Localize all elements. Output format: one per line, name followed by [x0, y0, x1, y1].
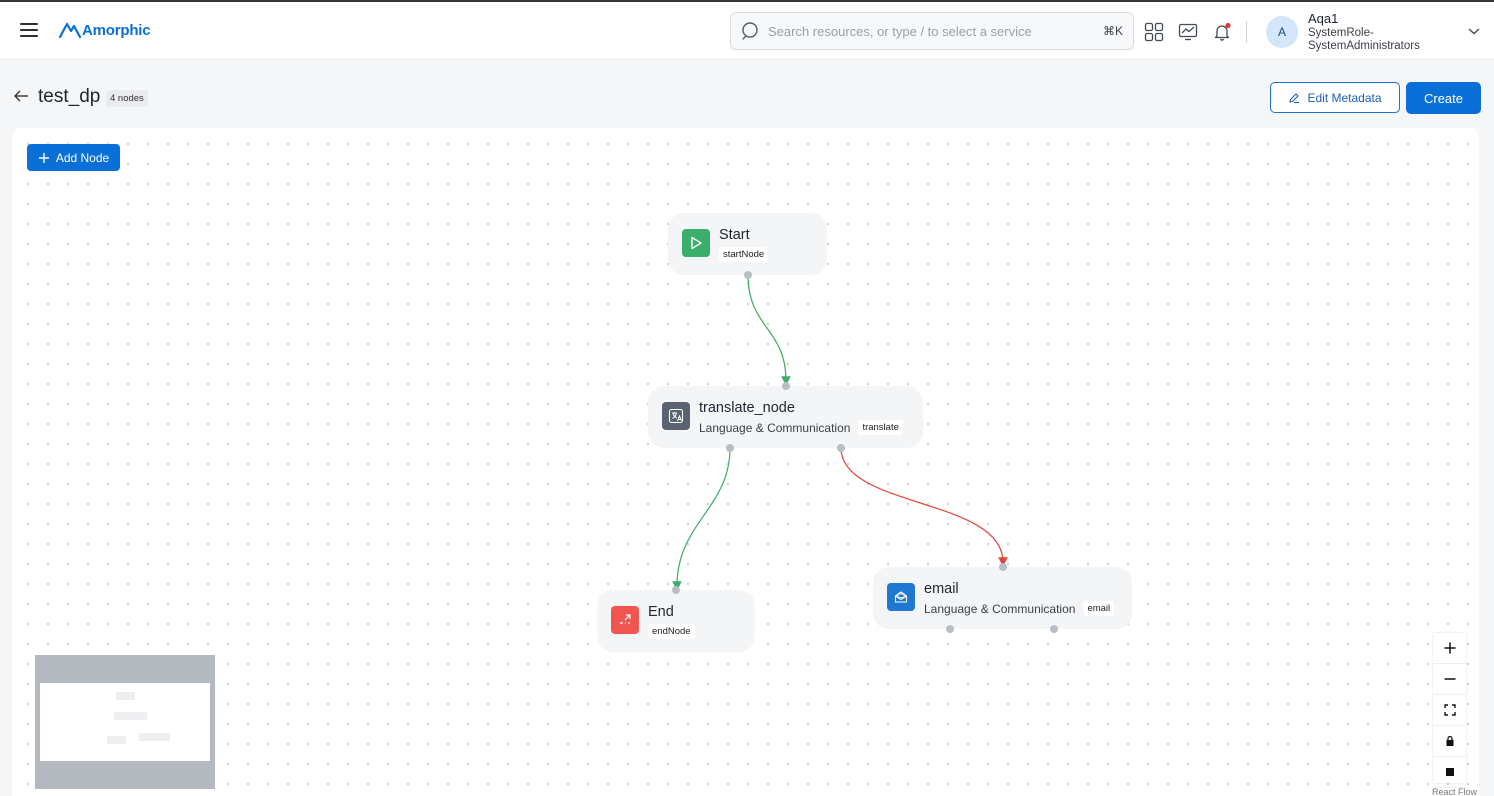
start-node[interactable]: Start startNode — [668, 213, 827, 279]
edge-start-to-translate[interactable] — [747, 274, 791, 386]
minimap-viewport[interactable] — [40, 683, 210, 761]
email-node[interactable]: email Language & Communication email — [873, 563, 1132, 633]
zoom-out-button[interactable] — [1433, 664, 1466, 695]
end-node-icon-box — [611, 606, 639, 634]
mail-icon — [894, 591, 908, 603]
end-node-tag: endNode — [648, 624, 695, 639]
chevron-down-icon[interactable] — [1467, 26, 1481, 36]
translate-node[interactable]: translate_node Language & Communication … — [648, 382, 923, 452]
email-node-category: Language & Communication — [924, 601, 1076, 616]
exit-icon — [620, 614, 631, 624]
edit-metadata-label: Edit Metadata — [1307, 90, 1382, 105]
minimap-node — [116, 692, 135, 700]
email-node-failure-handle[interactable] — [1050, 625, 1058, 633]
plus-icon — [38, 152, 49, 163]
minimap-node — [114, 712, 147, 720]
minimap[interactable] — [35, 655, 215, 789]
search-input[interactable] — [768, 23, 1097, 39]
edit-metadata-button[interactable]: Edit Metadata — [1270, 82, 1400, 113]
bell-icon[interactable] — [1212, 22, 1232, 42]
add-node-button[interactable]: Add Node — [27, 144, 120, 171]
start-node-icon-box — [682, 229, 710, 257]
page-title: test_dp — [38, 86, 101, 107]
end-node[interactable]: End endNode — [597, 586, 755, 652]
translate-icon — [668, 408, 684, 424]
add-node-label: Add Node — [55, 150, 110, 165]
flow-canvas[interactable]: Add Node Start startNode translate_node … — [12, 128, 1479, 796]
end-node-target-handle[interactable] — [672, 586, 680, 594]
pencil-icon — [1289, 92, 1300, 103]
search-box[interactable]: ⌘K — [730, 12, 1134, 50]
translate-node-target-handle[interactable] — [782, 382, 790, 390]
create-button[interactable]: Create — [1406, 82, 1481, 114]
interactive-toggle-button[interactable] — [1433, 757, 1466, 788]
translate-node-subtitle: Language & Communication translate — [699, 420, 903, 435]
translate-node-icon-box — [662, 402, 690, 430]
square-icon — [1445, 768, 1454, 776]
node-count-badge: 4 nodes — [106, 90, 148, 107]
react-flow-attribution[interactable]: React Flow — [1432, 787, 1477, 796]
translate-node-failure-handle[interactable] — [837, 444, 845, 452]
user-info[interactable]: Aqa1 SystemRole- SystemAdministrators — [1308, 11, 1420, 53]
user-role-line2: SystemAdministrators — [1308, 40, 1420, 52]
email-node-icon-box — [887, 583, 915, 611]
brand-logo[interactable]: Amorphic — [59, 19, 151, 41]
edge-translate-to-email[interactable] — [840, 447, 1008, 567]
lock-icon — [1446, 735, 1453, 746]
start-node-title: Start — [719, 227, 750, 243]
brand-name: Amorphic — [82, 21, 151, 39]
start-node-source-handle[interactable] — [744, 271, 752, 279]
plus-icon — [1444, 642, 1455, 654]
start-node-subtitle: startNode — [719, 247, 769, 262]
avatar[interactable]: A — [1266, 16, 1298, 48]
zoom-in-button[interactable] — [1433, 633, 1466, 664]
minimap-node — [107, 736, 126, 744]
header-divider — [1246, 21, 1247, 43]
email-node-title: email — [924, 581, 959, 597]
zoom-controls — [1433, 633, 1466, 788]
translate-node-success-handle[interactable] — [726, 444, 734, 452]
play-icon — [691, 236, 702, 250]
back-arrow-icon[interactable] — [13, 89, 29, 103]
edge-translate-to-end[interactable] — [672, 447, 731, 591]
translate-node-tag: translate — [858, 420, 903, 435]
lock-button[interactable] — [1433, 726, 1466, 757]
email-node-target-handle[interactable] — [999, 563, 1007, 571]
email-node-success-handle[interactable] — [946, 625, 954, 633]
minimap-node — [139, 733, 170, 741]
amorphic-logo-icon — [59, 22, 81, 39]
fit-view-button[interactable] — [1433, 695, 1466, 726]
user-role-line1: SystemRole- — [1308, 27, 1374, 39]
fit-view-icon — [1443, 704, 1456, 716]
start-node-tag: startNode — [719, 247, 769, 262]
minus-icon — [1444, 678, 1455, 680]
search-shortcut: ⌘K — [1102, 24, 1123, 38]
hamburger-icon[interactable] — [20, 23, 38, 37]
translate-node-category: Language & Communication — [699, 420, 851, 435]
page-header: test_dp 4 nodes Edit Metadata Create — [0, 62, 1494, 128]
end-node-subtitle: endNode — [648, 624, 695, 639]
email-node-tag: email — [1083, 601, 1115, 616]
user-name: Aqa1 — [1308, 11, 1339, 26]
top-bar: Amorphic ⌘K A Aqa1 SystemRole- SystemAdm… — [0, 0, 1494, 60]
translate-node-title: translate_node — [699, 400, 795, 416]
apps-grid-icon[interactable] — [1144, 22, 1164, 42]
monitor-chart-icon[interactable] — [1178, 22, 1198, 42]
email-node-subtitle: Language & Communication email — [924, 601, 1115, 616]
end-node-title: End — [648, 604, 674, 620]
search-icon — [742, 22, 758, 40]
